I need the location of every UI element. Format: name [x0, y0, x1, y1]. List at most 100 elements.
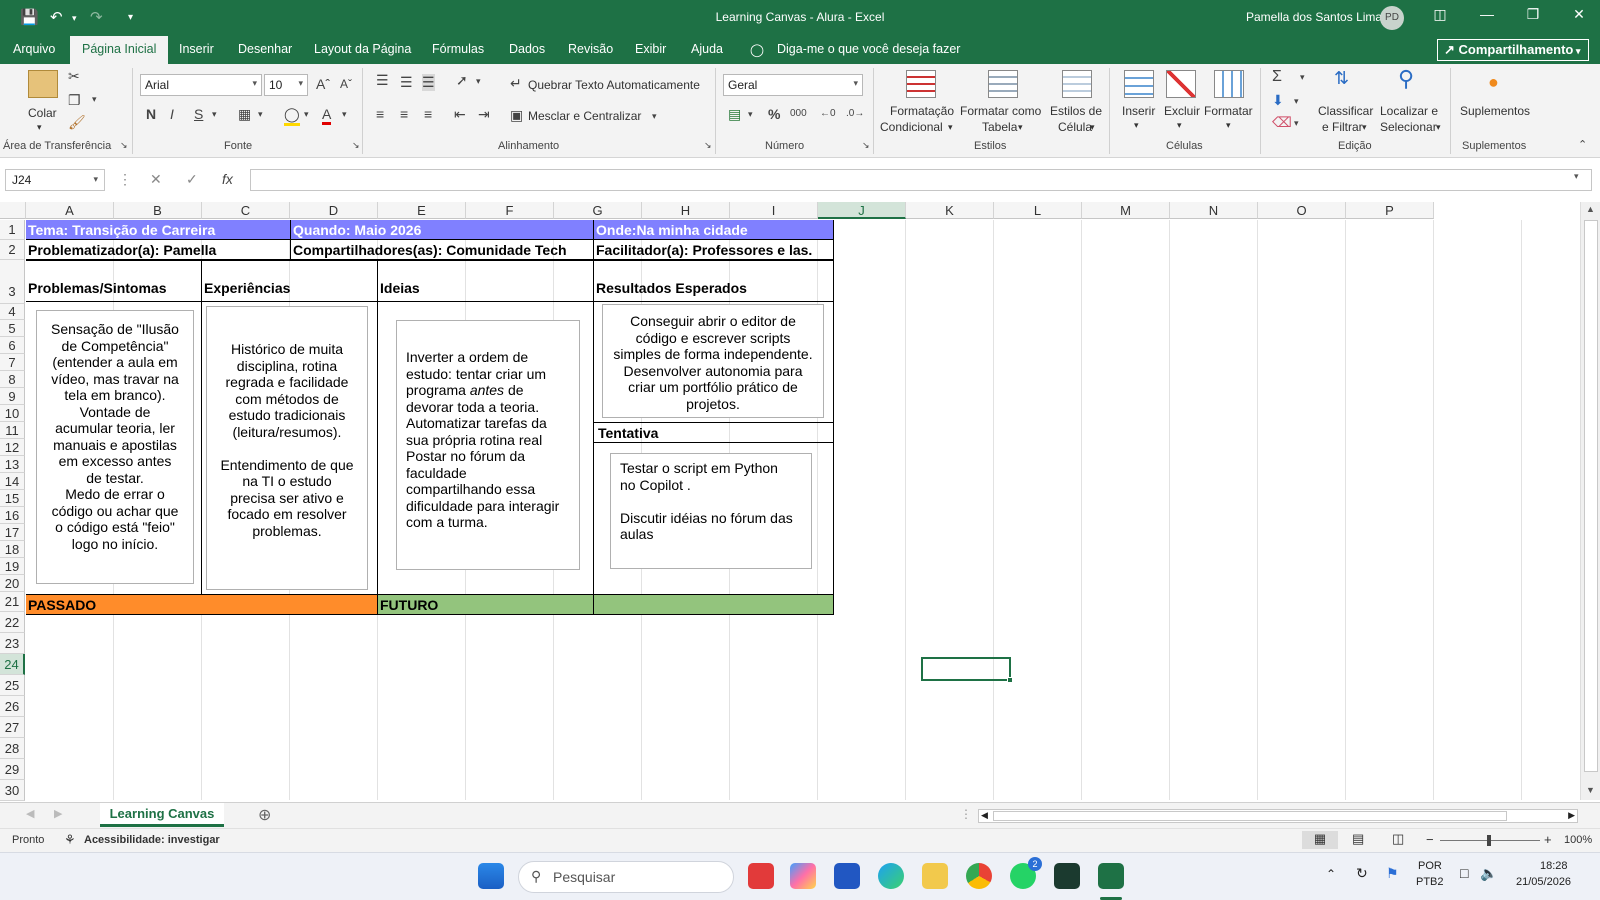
sort-filter-line1[interactable]: Classificar — [1318, 104, 1373, 118]
share-button[interactable]: ↗ Compartilhamento ▾ — [1437, 39, 1589, 61]
addins-button[interactable]: Suplementos — [1460, 104, 1530, 118]
row-header-13[interactable]: 13 — [0, 456, 25, 473]
zoom-level[interactable]: 100% — [1564, 834, 1592, 846]
column-header-H[interactable]: H — [642, 202, 730, 219]
column-header-A[interactable]: A — [26, 202, 114, 219]
insert-cells-icon[interactable] — [1124, 70, 1154, 98]
tell-me-search[interactable]: Diga-me o que você deseja fazer — [777, 42, 960, 56]
maximize-icon[interactable]: ❐ — [1518, 6, 1548, 23]
row-header-28[interactable]: 28 — [0, 738, 25, 759]
row-header-2[interactable]: 2 — [0, 240, 25, 260]
row-header-30[interactable]: 30 — [0, 780, 25, 801]
row-header-8[interactable]: 8 — [0, 371, 25, 388]
conditional-format-line1[interactable]: Formatação — [886, 104, 958, 118]
align-left-icon[interactable]: ≡ — [376, 106, 384, 122]
textbox-experiencias[interactable]: Histórico de muita disciplina, rotina regr… — [206, 306, 368, 590]
row-header-29[interactable]: 29 — [0, 759, 25, 780]
row-header-11[interactable]: 11 — [0, 422, 25, 439]
normal-view-icon[interactable]: ▦ — [1302, 831, 1338, 849]
row-header-22[interactable]: 22 — [0, 612, 25, 633]
column-header-L[interactable]: L — [994, 202, 1082, 219]
enter-icon[interactable]: ✓ — [186, 171, 198, 188]
clear-dropdown-icon[interactable]: ▾ — [1294, 118, 1299, 129]
clock-date[interactable]: 21/05/2026 — [1516, 876, 1571, 888]
font-color-icon[interactable]: A — [322, 106, 332, 125]
tab-revisao[interactable]: Revisão — [568, 42, 613, 56]
row-header-14[interactable]: 14 — [0, 473, 25, 490]
row-header-7[interactable]: 7 — [0, 354, 25, 371]
column-header-F[interactable]: F — [466, 202, 554, 219]
cell-A3-problemas-header[interactable]: Problemas/Sintomas — [26, 278, 202, 298]
fill-dropdown-icon[interactable]: ▾ — [1294, 96, 1299, 107]
fill-dropdown-icon[interactable]: ▾ — [304, 109, 309, 120]
textbox-resultados[interactable]: Conseguir abrir o editor de código e escr… — [602, 304, 824, 418]
cell-C3-experiencias-header[interactable]: Experiências — [202, 278, 378, 298]
sort-dropdown-icon[interactable]: ▾ — [1362, 122, 1367, 133]
font-name-select[interactable]: Arial ▾ — [140, 74, 262, 96]
row-header-19[interactable]: 19 — [0, 558, 25, 575]
delete-cells-icon[interactable] — [1166, 70, 1196, 98]
format-table-line1[interactable]: Formatar como — [960, 104, 1041, 118]
tab-dados[interactable]: Dados — [509, 42, 545, 56]
next-sheet-icon[interactable]: ▶ — [54, 807, 62, 820]
alignment-launcher-icon[interactable]: ↘ — [704, 140, 712, 151]
align-top-icon[interactable]: ☰ — [376, 72, 389, 89]
scroll-right-icon[interactable]: ▶ — [1568, 810, 1575, 821]
cell-A1-tema[interactable]: Tema: Transição de Carreira — [26, 220, 291, 240]
app-edge-icon[interactable] — [878, 863, 904, 889]
merge-dropdown-icon[interactable]: ▾ — [652, 111, 657, 122]
app-chrome-icon[interactable] — [966, 863, 992, 889]
cell-G1-onde[interactable]: Onde:Na minha cidade — [594, 220, 834, 240]
increase-indent-icon[interactable]: ⇥ — [478, 106, 490, 123]
tab-formulas[interactable]: Fórmulas — [432, 42, 484, 56]
security-icon[interactable]: ⚑ — [1386, 865, 1399, 882]
borders-dropdown-icon[interactable]: ▾ — [258, 109, 263, 120]
sort-filter-icon[interactable]: ⇅ — [1334, 68, 1349, 89]
orientation-dropdown-icon[interactable]: ▾ — [476, 76, 481, 87]
column-header-P[interactable]: P — [1346, 202, 1434, 219]
decrease-decimal-icon[interactable]: .0→ — [846, 108, 864, 119]
increase-decimal-icon[interactable]: ←0 — [820, 108, 836, 119]
split-handle-icon[interactable]: ⋮ — [960, 807, 972, 821]
cell-A21-passado[interactable]: PASSADO — [26, 595, 378, 615]
font-color-dropdown-icon[interactable]: ▾ — [342, 109, 347, 120]
app-store-icon[interactable] — [834, 863, 860, 889]
row-header-21[interactable]: 21 — [0, 592, 25, 612]
textbox-problemas[interactable]: Sensação de "Ilusão de Competência" (enten… — [36, 310, 194, 584]
align-middle-icon[interactable]: ☰ — [400, 74, 413, 91]
cell-G3-resultados-header[interactable]: Resultados Esperados — [594, 278, 834, 298]
format-cells-icon[interactable] — [1214, 70, 1244, 98]
app-file-explorer-icon[interactable] — [922, 863, 948, 889]
vertical-scrollbar[interactable]: ▲ ▼ — [1580, 202, 1600, 800]
tab-desenhar[interactable]: Desenhar — [238, 42, 292, 56]
find-select-line2[interactable]: Selecionar — [1380, 120, 1437, 134]
zoom-in-icon[interactable]: + — [1544, 832, 1552, 847]
avatar[interactable]: PD — [1380, 6, 1404, 30]
formula-input[interactable] — [250, 169, 1592, 191]
format-painter-icon[interactable]: 🖌 — [68, 114, 86, 131]
merge-center-button[interactable]: Mesclar e Centralizar — [528, 109, 641, 123]
tab-layout[interactable]: Layout da Página — [314, 42, 411, 56]
row-header-16[interactable]: 16 — [0, 507, 25, 524]
format-dropdown-icon[interactable]: ▾ — [1226, 120, 1231, 131]
addins-icon[interactable]: ● — [1488, 72, 1499, 93]
delete-cells-button[interactable]: Excluir — [1164, 104, 1200, 118]
column-header-K[interactable]: K — [906, 202, 994, 219]
currency-icon[interactable]: ▤ — [728, 106, 741, 123]
app-excel-icon[interactable] — [1098, 863, 1124, 889]
cell-styles-icon[interactable] — [1062, 70, 1092, 98]
autosum-icon[interactable]: Σ — [1272, 68, 1282, 86]
ribbon-display-icon[interactable]: ◫ — [1425, 6, 1455, 23]
row-header-25[interactable]: 25 — [0, 675, 25, 696]
tab-arquivo[interactable]: Arquivo — [13, 42, 55, 56]
show-hidden-icons[interactable]: ⌃ — [1326, 867, 1336, 881]
prev-sheet-icon[interactable]: ◀ — [26, 807, 34, 820]
horizontal-scrollbar[interactable]: ◀ ▶ — [978, 809, 1578, 823]
vertical-scroll-thumb[interactable] — [1584, 220, 1598, 772]
decrease-font-icon[interactable]: Aˇ — [340, 77, 352, 91]
wrap-text-button[interactable]: Quebrar Texto Automaticamente — [528, 78, 700, 92]
font-size-select[interactable]: 10 ▾ — [264, 74, 308, 96]
format-table-line2[interactable]: Tabela — [982, 120, 1017, 134]
taskbar-search[interactable]: ⚲ Pesquisar — [518, 861, 734, 893]
clipboard-launcher-icon[interactable]: ↘ — [120, 140, 128, 151]
